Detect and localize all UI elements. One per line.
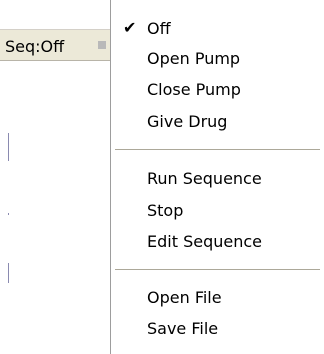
menu-item-label: Save File — [147, 319, 219, 338]
window-area — [0, 0, 110, 29]
menu-item-open-pump[interactable]: Open Pump — [111, 45, 324, 73]
menu-item-off[interactable]: ✔ Off — [111, 15, 324, 43]
menu-item-label: Edit Sequence — [147, 232, 262, 251]
sequence-toolbar: Seq:Off — [0, 29, 110, 61]
menu-item-run-sequence[interactable]: Run Sequence — [111, 165, 324, 193]
checkmark-icon: ✔ — [123, 18, 137, 37]
menu-item-give-drug[interactable]: Give Drug — [111, 108, 324, 136]
app-window-background: Seq:Off — [0, 0, 110, 354]
menu-item-edit-sequence[interactable]: Edit Sequence — [111, 228, 324, 256]
menu-item-stop[interactable]: Stop — [111, 197, 324, 225]
screen: Seq:Off ✔ Off Open Pump Close Pump Give … — [0, 0, 324, 354]
window-edge-mark — [8, 213, 9, 215]
menu-item-label: Stop — [147, 201, 184, 220]
menu-item-close-pump[interactable]: Close Pump — [111, 76, 324, 104]
menu-item-label: Run Sequence — [147, 169, 262, 188]
menu-item-label: Off — [147, 19, 171, 38]
dropdown-arrow-icon[interactable] — [98, 41, 106, 49]
menu-item-label: Open Pump — [147, 49, 241, 68]
menu-item-label: Open File — [147, 288, 222, 307]
menu-separator — [115, 269, 320, 270]
menu-separator — [115, 149, 320, 150]
menu-item-label: Give Drug — [147, 112, 228, 131]
menu-item-save-file[interactable]: Save File — [111, 315, 324, 343]
window-edge-mark — [8, 133, 9, 161]
window-edge-mark — [8, 263, 9, 283]
sequence-context-menu: ✔ Off Open Pump Close Pump Give Drug Run… — [110, 0, 324, 354]
sequence-status-dropdown[interactable]: Seq:Off — [5, 37, 64, 56]
menu-item-label: Close Pump — [147, 80, 241, 99]
menu-item-open-file[interactable]: Open File — [111, 284, 324, 312]
